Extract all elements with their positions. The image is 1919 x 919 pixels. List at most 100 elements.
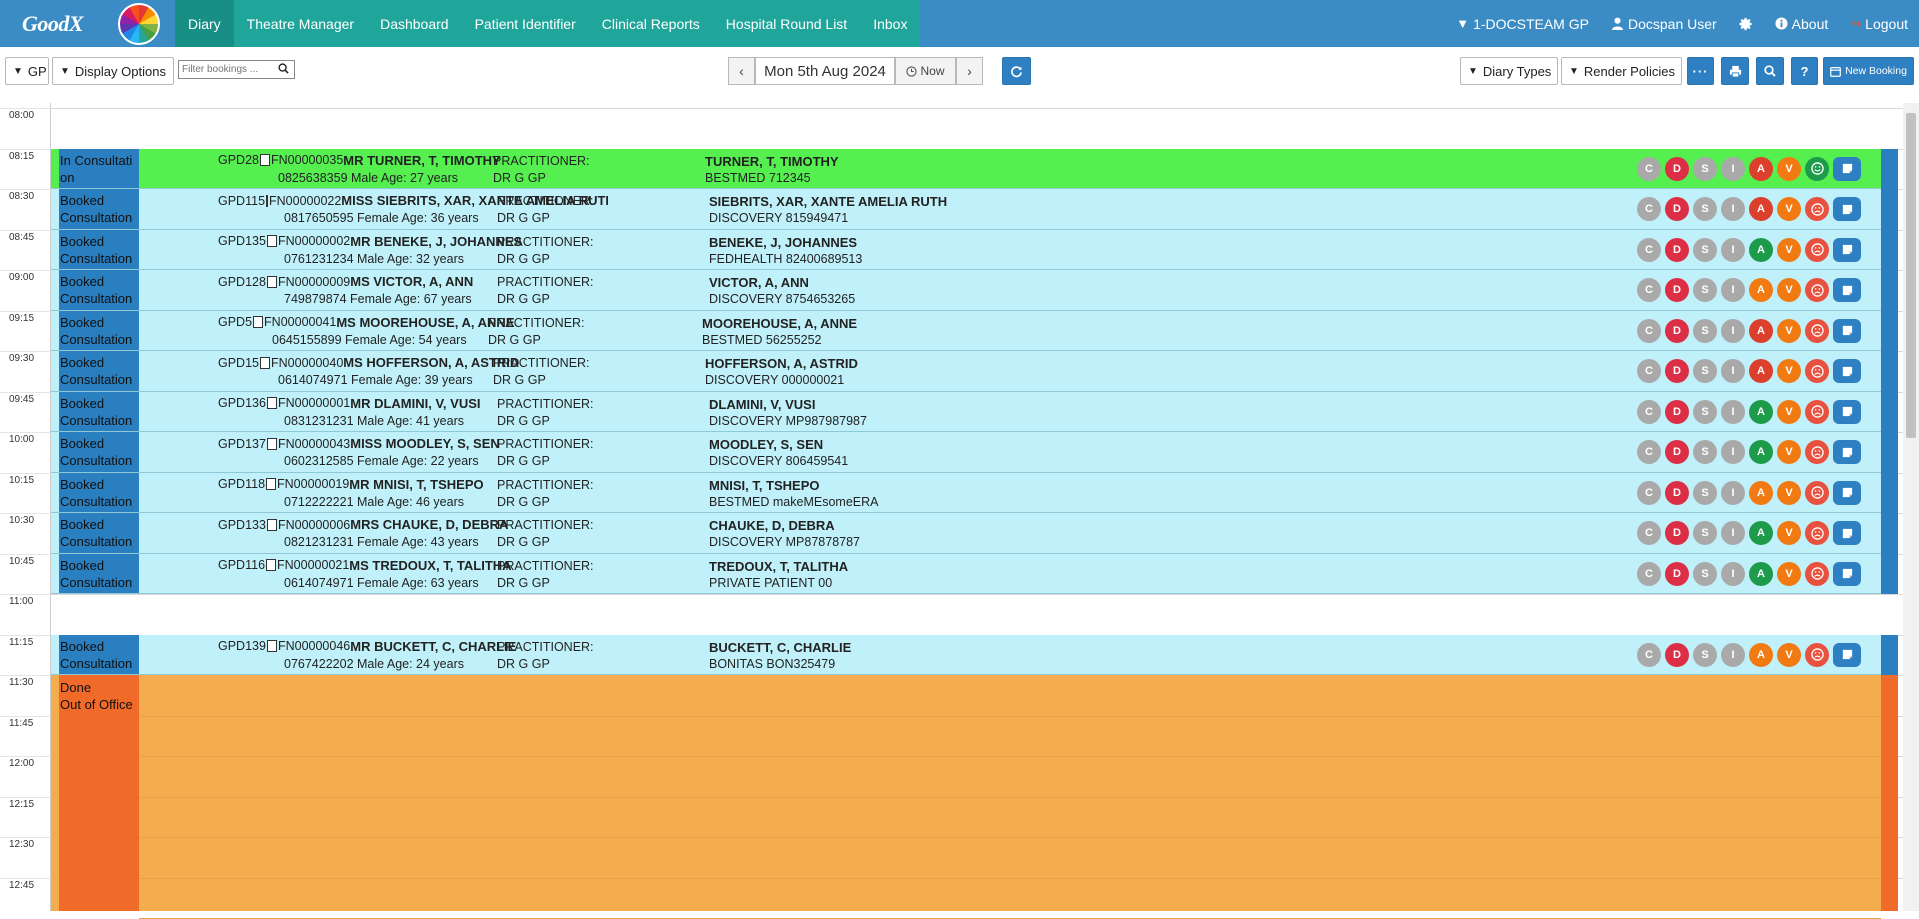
file-icon[interactable]	[266, 478, 277, 490]
frown-icon[interactable]	[1805, 197, 1829, 221]
s-status-icon[interactable]: S	[1693, 642, 1717, 667]
a-status-icon[interactable]: A	[1749, 359, 1773, 383]
a-status-icon[interactable]: A	[1749, 318, 1773, 343]
d-status-icon[interactable]: D	[1665, 237, 1689, 262]
notes-icon[interactable]	[1833, 399, 1861, 424]
a-status-icon[interactable]: A	[1749, 521, 1773, 545]
s-status-icon[interactable]: S	[1693, 197, 1717, 221]
c-status-icon[interactable]: C	[1637, 561, 1661, 586]
d-status-icon[interactable]: D	[1665, 480, 1689, 505]
now-button[interactable]: Now	[895, 57, 956, 85]
s-status-icon[interactable]: S	[1693, 237, 1717, 262]
i-status-icon[interactable]: I	[1721, 561, 1745, 586]
frown-icon[interactable]	[1805, 359, 1829, 383]
file-icon[interactable]	[260, 356, 270, 369]
i-status-icon[interactable]: I	[1721, 197, 1745, 221]
frown-icon[interactable]	[1805, 561, 1829, 586]
search-button[interactable]	[1756, 57, 1784, 85]
i-status-icon[interactable]: I	[1721, 521, 1745, 545]
c-status-icon[interactable]: C	[1637, 440, 1661, 464]
nav-diary[interactable]: Diary	[175, 0, 234, 47]
d-status-icon[interactable]: D	[1665, 156, 1689, 181]
file-icon[interactable]	[266, 275, 277, 288]
diary-types-dropdown[interactable]: ▼ Diary Types	[1460, 57, 1558, 85]
patient-name[interactable]: MR TURNER, T, TIMOTHY	[343, 153, 500, 168]
logout-link[interactable]: ↪ Logout	[1839, 16, 1919, 32]
s-status-icon[interactable]: S	[1693, 480, 1717, 505]
booking-row[interactable]: Booked Consultation GPD135 FN00000002 MR BEN…	[51, 229, 1881, 270]
i-status-icon[interactable]: I	[1721, 278, 1745, 302]
booking-row[interactable]: Booked Consultation GPD133 FN00000006 MRS CH…	[51, 513, 1881, 554]
v-status-icon[interactable]: V	[1777, 480, 1801, 505]
d-status-icon[interactable]: D	[1665, 521, 1689, 545]
d-status-icon[interactable]: D	[1665, 561, 1689, 586]
next-day-button[interactable]: ›	[956, 57, 983, 85]
patient-name[interactable]: MR BUCKETT, C, CHARLIE	[350, 639, 516, 654]
c-status-icon[interactable]: C	[1637, 480, 1661, 505]
notes-icon[interactable]	[1833, 561, 1861, 586]
frown-icon[interactable]	[1805, 318, 1829, 343]
a-status-icon[interactable]: A	[1749, 278, 1773, 302]
v-status-icon[interactable]: V	[1777, 521, 1801, 545]
i-status-icon[interactable]: I	[1721, 642, 1745, 667]
v-status-icon[interactable]: V	[1777, 359, 1801, 383]
i-status-icon[interactable]: I	[1721, 399, 1745, 424]
file-icon[interactable]	[266, 437, 277, 450]
s-status-icon[interactable]: S	[1693, 318, 1717, 343]
patient-name[interactable]: MS VICTOR, A, ANN	[350, 274, 473, 289]
patient-name[interactable]: MRS CHAUKE, D, DEBRA	[350, 517, 508, 532]
nav-clinical-reports[interactable]: Clinical Reports	[589, 0, 713, 47]
booking-row[interactable]: In Consultati on GPD28 FN00000035 MR TURNER,…	[51, 148, 1881, 189]
i-status-icon[interactable]: I	[1721, 156, 1745, 181]
patient-name[interactable]: MISS MOODLEY, S, SEN	[350, 436, 500, 451]
a-status-icon[interactable]: A	[1749, 480, 1773, 505]
print-button[interactable]	[1721, 57, 1749, 85]
booking-row[interactable]: Booked Consultation GPD118 FN00000019 MR MNI…	[51, 472, 1881, 513]
c-status-icon[interactable]: C	[1637, 197, 1661, 221]
notes-icon[interactable]	[1833, 359, 1861, 383]
refresh-button[interactable]	[1002, 57, 1031, 85]
i-status-icon[interactable]: I	[1721, 359, 1745, 383]
s-status-icon[interactable]: S	[1693, 521, 1717, 545]
notes-icon[interactable]	[1833, 237, 1861, 262]
notes-icon[interactable]	[1833, 642, 1861, 667]
a-status-icon[interactable]: A	[1749, 399, 1773, 424]
notes-icon[interactable]	[1833, 278, 1861, 302]
notes-icon[interactable]	[1833, 197, 1861, 221]
a-status-icon[interactable]: A	[1749, 237, 1773, 262]
c-status-icon[interactable]: C	[1637, 521, 1661, 545]
more-options-button[interactable]: ···	[1687, 57, 1714, 85]
a-status-icon[interactable]: A	[1749, 561, 1773, 586]
file-icon[interactable]	[253, 316, 264, 328]
out-of-office-block[interactable]: Done Out of Office	[51, 675, 1881, 919]
v-status-icon[interactable]: V	[1777, 197, 1801, 221]
nav-dashboard[interactable]: Dashboard	[367, 0, 462, 47]
booking-row[interactable]: Booked Consultation GPD139 FN00000046 MR BUC…	[51, 634, 1881, 675]
a-status-icon[interactable]: A	[1749, 642, 1773, 667]
d-status-icon[interactable]: D	[1665, 642, 1689, 667]
c-status-icon[interactable]: C	[1637, 278, 1661, 302]
booking-row[interactable]: Booked Consultation GPD115 FN00000022 MISS S…	[51, 189, 1881, 230]
a-status-icon[interactable]: A	[1749, 197, 1773, 221]
s-status-icon[interactable]: S	[1693, 156, 1717, 181]
notes-icon[interactable]	[1833, 480, 1861, 505]
booking-row[interactable]: Booked Consultation GPD136 FN00000001 MR DLA…	[51, 391, 1881, 432]
d-status-icon[interactable]: D	[1665, 318, 1689, 343]
frown-icon[interactable]	[1805, 642, 1829, 667]
v-status-icon[interactable]: V	[1777, 278, 1801, 302]
i-status-icon[interactable]: I	[1721, 318, 1745, 343]
search-icon[interactable]	[274, 62, 292, 77]
file-icon[interactable]	[260, 154, 270, 166]
notes-icon[interactable]	[1833, 156, 1861, 181]
s-status-icon[interactable]: S	[1693, 278, 1717, 302]
filter-bookings-input[interactable]	[179, 61, 274, 78]
frown-icon[interactable]	[1805, 278, 1829, 302]
s-status-icon[interactable]: S	[1693, 399, 1717, 424]
frown-icon[interactable]	[1805, 440, 1829, 464]
i-status-icon[interactable]: I	[1721, 237, 1745, 262]
goodx-logo[interactable]: GoodX	[0, 0, 175, 47]
s-status-icon[interactable]: S	[1693, 440, 1717, 464]
gp-dropdown[interactable]: ▼ GP	[5, 57, 49, 85]
d-status-icon[interactable]: D	[1665, 359, 1689, 383]
frown-icon[interactable]	[1805, 237, 1829, 262]
